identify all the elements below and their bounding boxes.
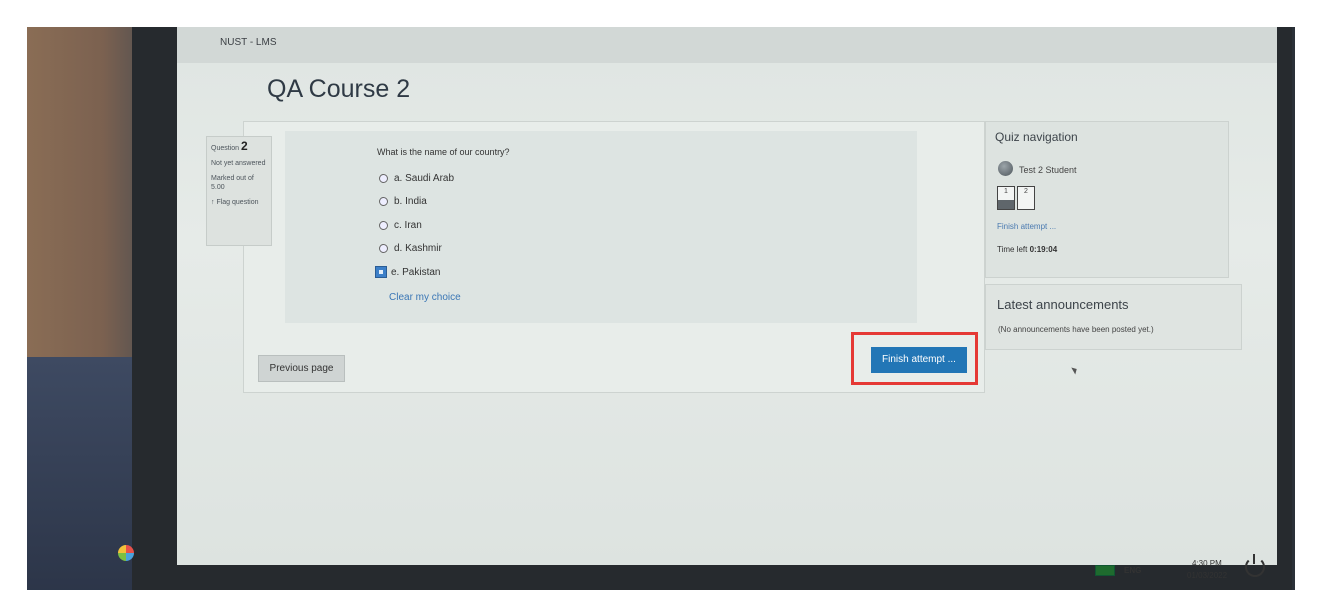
radio-icon[interactable] <box>379 244 388 253</box>
radio-checked-icon[interactable] <box>375 266 387 278</box>
clock-time[interactable]: 4:30 PM <box>1192 559 1222 568</box>
question-marks: Marked out of 5.00 <box>211 175 254 191</box>
option-e[interactable]: e. Pakistan <box>375 266 441 278</box>
screen: NUST - LMS QA Course 2 Question 2 Not ye… <box>177 27 1277 565</box>
quiz-nav-question-1[interactable]: 1 <box>997 186 1015 210</box>
option-b[interactable]: b. India <box>379 196 427 207</box>
site-brand[interactable]: NUST - LMS <box>220 37 277 48</box>
option-d[interactable]: d. Kashmir <box>379 243 442 254</box>
quiz-nav-number: 1 <box>1004 188 1008 195</box>
clear-choice-link[interactable]: Clear my choice <box>389 292 461 303</box>
radio-icon[interactable] <box>379 174 388 183</box>
announcements-text: (No announcements have been posted yet.) <box>998 325 1154 334</box>
question-label: Question <box>211 145 240 152</box>
quiz-nav-number: 2 <box>1024 188 1028 195</box>
time-left-value: 0:19:04 <box>1029 245 1058 254</box>
flag-question-label: Flag question <box>216 199 259 206</box>
announcements-block <box>985 284 1242 350</box>
battery-icon[interactable] <box>1095 565 1115 576</box>
option-label: b. India <box>394 196 427 207</box>
question-status: Not yet answered <box>211 160 266 167</box>
question-info: Question 2 Not yet answered Marked out o… <box>206 136 272 246</box>
option-label: c. Iran <box>394 220 422 231</box>
previous-page-button[interactable]: Previous page <box>258 355 345 382</box>
avatar <box>998 161 1013 176</box>
start-menu-icon[interactable] <box>118 545 134 561</box>
option-label: e. Pakistan <box>391 266 441 278</box>
course-title: QA Course 2 <box>267 75 411 103</box>
finish-attempt-link[interactable]: Finish attempt ... <box>997 222 1056 231</box>
flag-question[interactable]: ↑ Flag question <box>211 198 267 207</box>
announcements-title: Latest announcements <box>997 297 1129 312</box>
radio-icon[interactable] <box>379 197 388 206</box>
power-icon[interactable] <box>1245 554 1265 577</box>
monitor: NUST - LMS QA Course 2 Question 2 Not ye… <box>27 27 1295 590</box>
option-c[interactable]: c. Iran <box>379 220 422 231</box>
radio-icon[interactable] <box>379 221 388 230</box>
mouse-cursor-icon <box>1071 365 1079 375</box>
quiz-nav-question-2[interactable]: 2 <box>1017 186 1035 210</box>
student-name[interactable]: Test 2 Student <box>1019 165 1077 175</box>
top-navbar: NUST - LMS <box>177 27 1277 63</box>
question-text: What is the name of our country? <box>377 147 510 157</box>
option-label: d. Kashmir <box>394 243 442 254</box>
option-label: a. Saudi Arab <box>394 173 455 184</box>
clock-date[interactable]: 01/03/2022 <box>1187 571 1227 580</box>
time-left-label: Time left <box>997 245 1028 254</box>
time-left: Time left 0:19:04 <box>997 245 1057 254</box>
highlight-box <box>851 332 978 385</box>
quiz-navigation-title: Quiz navigation <box>995 130 1078 144</box>
answered-fill <box>998 200 1014 209</box>
question-number: 2 <box>240 139 248 153</box>
option-a[interactable]: a. Saudi Arab <box>379 173 454 184</box>
language-indicator[interactable]: ENG <box>1124 566 1141 575</box>
